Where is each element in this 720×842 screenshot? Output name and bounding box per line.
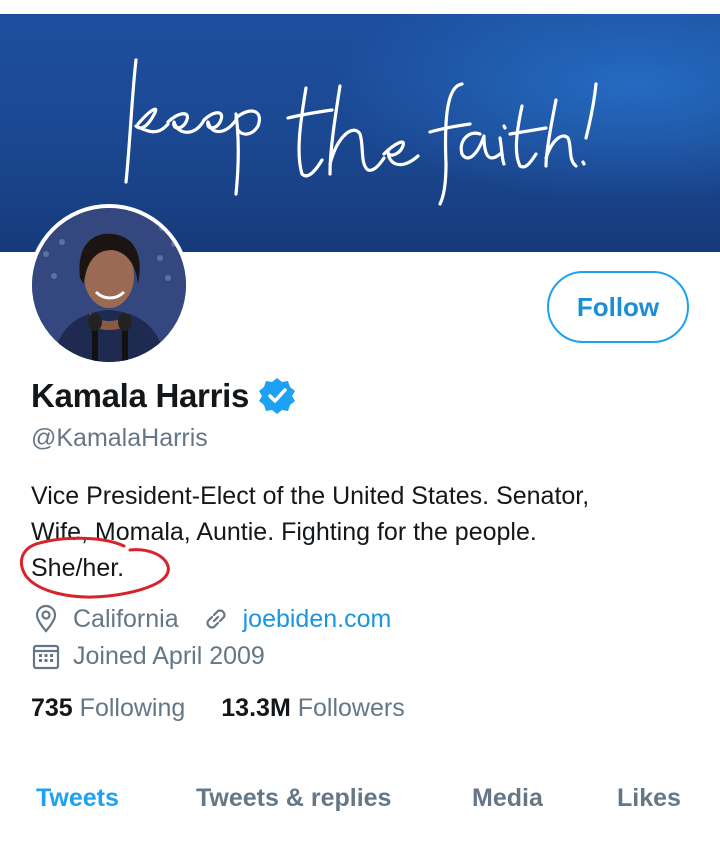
tab-tweets-and-replies[interactable]: Tweets & replies xyxy=(196,784,391,813)
followers-count: 13.3M xyxy=(221,694,291,722)
location-pin-icon xyxy=(35,604,57,633)
bio-line: Vice President-Elect of the United State… xyxy=(31,482,590,510)
avatar[interactable] xyxy=(28,204,190,366)
calendar-icon xyxy=(32,644,60,670)
profile-name: Kamala Harris xyxy=(31,377,250,414)
profile-meta-location-row: California joebiden.com xyxy=(31,604,391,634)
verified-badge-icon xyxy=(259,378,296,414)
link-icon xyxy=(206,609,226,629)
profile-meta-joined-row: Joined April 2009 xyxy=(31,641,265,671)
tab-tweets[interactable]: Tweets xyxy=(36,784,119,813)
profile-handle: @KamalaHarris xyxy=(31,424,208,452)
following-stat[interactable]: 735 Following xyxy=(31,694,185,723)
profile-location: California xyxy=(73,604,179,633)
profile-joined-date: Joined April 2009 xyxy=(73,641,265,670)
follow-button[interactable]: Follow xyxy=(547,271,689,343)
avatar-photo xyxy=(32,208,186,362)
tab-media[interactable]: Media xyxy=(472,784,543,813)
following-count: 735 xyxy=(31,694,73,722)
profile-website-link[interactable]: joebiden.com xyxy=(243,605,392,634)
followers-label: Followers xyxy=(297,694,405,722)
profile-stats: 735 Following 13.3M Followers xyxy=(31,694,441,723)
following-label: Following xyxy=(79,694,186,722)
profile-tabs: Tweets Tweets & replies Media Likes xyxy=(0,784,720,824)
followers-stat[interactable]: 13.3M Followers xyxy=(221,694,404,723)
profile-name-row: Kamala Harris xyxy=(31,376,297,416)
tab-likes[interactable]: Likes xyxy=(617,784,681,813)
